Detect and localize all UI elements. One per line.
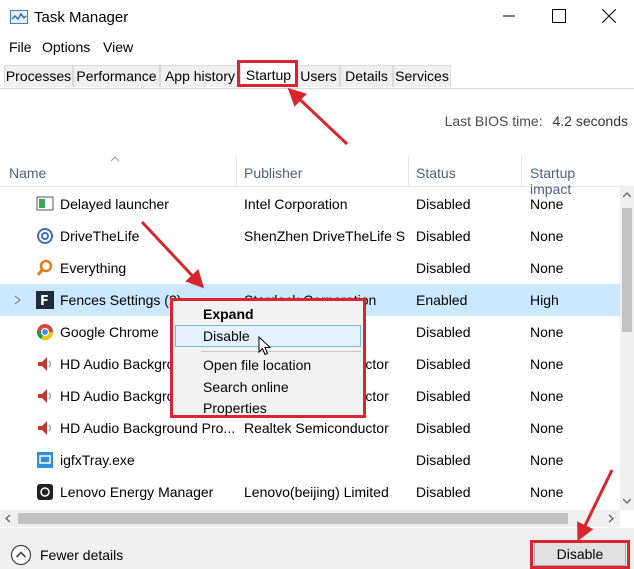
minimize-button[interactable] (484, 0, 534, 32)
intel-launcher-icon (36, 196, 54, 211)
tab-app-history[interactable]: App history (160, 65, 240, 87)
table-row[interactable]: igfxTray.exe Disabled None (0, 444, 620, 476)
sort-ascending-icon (111, 156, 119, 162)
row-name: Delayed launcher (60, 196, 169, 212)
search-icon (36, 259, 53, 276)
tab-performance[interactable]: Performance (73, 65, 160, 87)
row-name: Google Chrome (60, 324, 159, 340)
task-manager-icon (10, 10, 28, 24)
row-status: Disabled (416, 228, 471, 244)
svg-text:F: F (40, 294, 49, 309)
tab-details[interactable]: Details (340, 65, 393, 87)
close-icon (602, 9, 616, 23)
row-name: Fences Settings (2) (60, 292, 182, 308)
row-status: Disabled (416, 452, 471, 468)
row-impact: None (530, 356, 564, 372)
expand-chevron-icon[interactable] (14, 295, 22, 305)
table-row[interactable]: DriveTheLife ShenZhen DriveTheLife S... … (0, 220, 620, 252)
row-impact: None (530, 324, 564, 340)
vertical-scroll-thumb[interactable] (622, 208, 632, 332)
vertical-scrollbar[interactable] (620, 186, 634, 510)
row-impact: None (530, 260, 564, 276)
scroll-down-icon[interactable] (623, 498, 631, 504)
table-row[interactable]: Delayed launcher Intel Corporation Disab… (0, 188, 620, 220)
row-name: igfxTray.exe (60, 452, 135, 468)
column-name[interactable]: Name (9, 165, 46, 181)
speaker-icon (38, 421, 52, 435)
menu-view[interactable]: View (103, 39, 133, 55)
row-status: Disabled (416, 356, 471, 372)
row-impact: None (530, 228, 564, 244)
row-publisher: Intel Corporation (244, 196, 348, 212)
fences-icon: F (36, 291, 54, 309)
chevron-up-circle-icon (10, 544, 32, 566)
row-impact: None (530, 420, 564, 436)
table-row[interactable]: Everything Disabled None (0, 252, 620, 284)
row-impact: None (530, 484, 564, 500)
horizontal-scrollbar[interactable] (0, 510, 620, 527)
tab-users[interactable]: Users (297, 65, 340, 87)
maximize-icon (552, 9, 566, 23)
row-name: DriveTheLife (60, 228, 140, 244)
energy-icon (37, 484, 53, 500)
row-status: Disabled (416, 484, 471, 500)
scroll-up-icon[interactable] (623, 192, 631, 198)
column-publisher[interactable]: Publisher (244, 165, 302, 181)
menu-item-disable[interactable]: Disable (203, 328, 250, 344)
row-impact: None (530, 388, 564, 404)
menu-item-open-file-location[interactable]: Open file location (203, 357, 311, 373)
row-status: Enabled (416, 292, 468, 308)
context-menu: Expand Disable Open file location Search… (170, 298, 366, 418)
fewer-details-label: Fewer details (40, 547, 124, 563)
graphics-tray-icon (37, 452, 53, 468)
menu-bar: File Options View (0, 36, 634, 58)
table-row[interactable]: Lenovo Energy Manager Lenovo(beijing) Li… (0, 476, 620, 508)
menu-item-search-online[interactable]: Search online (203, 379, 289, 395)
maximize-button[interactable] (534, 0, 584, 32)
horizontal-scroll-thumb[interactable] (18, 513, 568, 524)
row-publisher: Lenovo(beijing) Limited (244, 484, 389, 500)
menu-item-expand[interactable]: Expand (203, 306, 254, 322)
chrome-icon (36, 324, 54, 341)
scroll-right-icon[interactable] (608, 514, 614, 523)
window-title: Task Manager (34, 9, 129, 26)
column-header: Name Publisher Status Startup impact (0, 156, 620, 197)
speaker-icon (38, 389, 52, 403)
startup-tab-highlight (237, 60, 298, 87)
annotation-arrow-startup (287, 87, 349, 146)
row-status: Disabled (416, 388, 471, 404)
row-name: Lenovo Energy Manager (60, 484, 214, 500)
menu-file[interactable]: File (9, 39, 32, 55)
footer-bar: Fewer details Disable (0, 528, 634, 569)
gear-icon (37, 228, 53, 244)
row-name: Everything (60, 260, 127, 276)
scroll-left-icon[interactable] (5, 514, 11, 523)
bios-time: Last BIOS time: 4.2 seconds (445, 113, 628, 129)
menu-options[interactable]: Options (42, 39, 90, 55)
row-status: Disabled (416, 324, 471, 340)
minimize-icon (503, 15, 515, 17)
tab-services[interactable]: Services (393, 65, 451, 87)
close-button[interactable] (584, 0, 634, 32)
bios-time-value: 4.2 seconds (552, 113, 629, 129)
row-status: Disabled (416, 420, 471, 436)
row-impact: None (530, 196, 564, 212)
column-status[interactable]: Status (416, 165, 456, 181)
mouse-cursor-icon (258, 336, 272, 356)
row-impact: High (530, 292, 559, 308)
row-publisher: Realtek Semiconductor (244, 420, 389, 436)
bios-time-label: Last BIOS time: (444, 113, 543, 129)
row-status: Disabled (416, 196, 471, 212)
row-status: Disabled (416, 260, 471, 276)
speaker-icon (38, 357, 52, 371)
row-publisher: ShenZhen DriveTheLife S... (244, 228, 406, 244)
row-name: HD Audio Background Pro... (60, 420, 236, 436)
row-impact: None (530, 452, 564, 468)
menu-item-properties[interactable]: Properties (203, 400, 267, 416)
title-bar: Task Manager (0, 0, 634, 36)
disable-button-highlight (530, 540, 630, 569)
tab-strip: Processes Performance App history Startu… (0, 61, 634, 89)
tab-processes[interactable]: Processes (4, 65, 73, 87)
menu-separator (201, 351, 361, 352)
